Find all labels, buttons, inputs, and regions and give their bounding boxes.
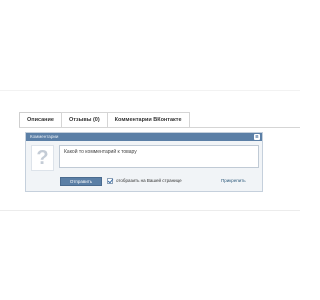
question-mark-icon: ? bbox=[36, 147, 49, 169]
vk-comments-widget: Комментарии B ? Какой то комментарий к т… bbox=[25, 132, 263, 192]
share-checkbox[interactable] bbox=[107, 178, 113, 184]
widget-body: ? Какой то комментарий к товару Отправит… bbox=[26, 141, 262, 191]
tab-vk-comments[interactable]: Комментарии ВКонтакте bbox=[106, 112, 190, 127]
avatar: ? bbox=[31, 145, 54, 171]
tab-description[interactable]: Описание bbox=[19, 112, 62, 127]
share-label: отобразить на Вашей странице bbox=[116, 178, 182, 183]
tabs-baseline bbox=[19, 127, 300, 128]
bottom-divider bbox=[0, 210, 300, 211]
vk-logo-icon[interactable]: B bbox=[254, 134, 260, 140]
send-button[interactable]: Отправить bbox=[60, 177, 102, 186]
top-divider bbox=[0, 90, 300, 91]
widget-header: Комментарии B bbox=[26, 133, 262, 141]
widget-title: Комментарии bbox=[30, 134, 59, 139]
attach-link[interactable]: Прикрепить bbox=[221, 178, 246, 184]
tab-reviews[interactable]: Отзывы (0) bbox=[60, 112, 108, 127]
comment-input[interactable]: Какой то комментарий к товару bbox=[59, 145, 259, 168]
product-tabs: Описание Отзывы (0) Комментарии ВКонтакт… bbox=[19, 112, 190, 127]
